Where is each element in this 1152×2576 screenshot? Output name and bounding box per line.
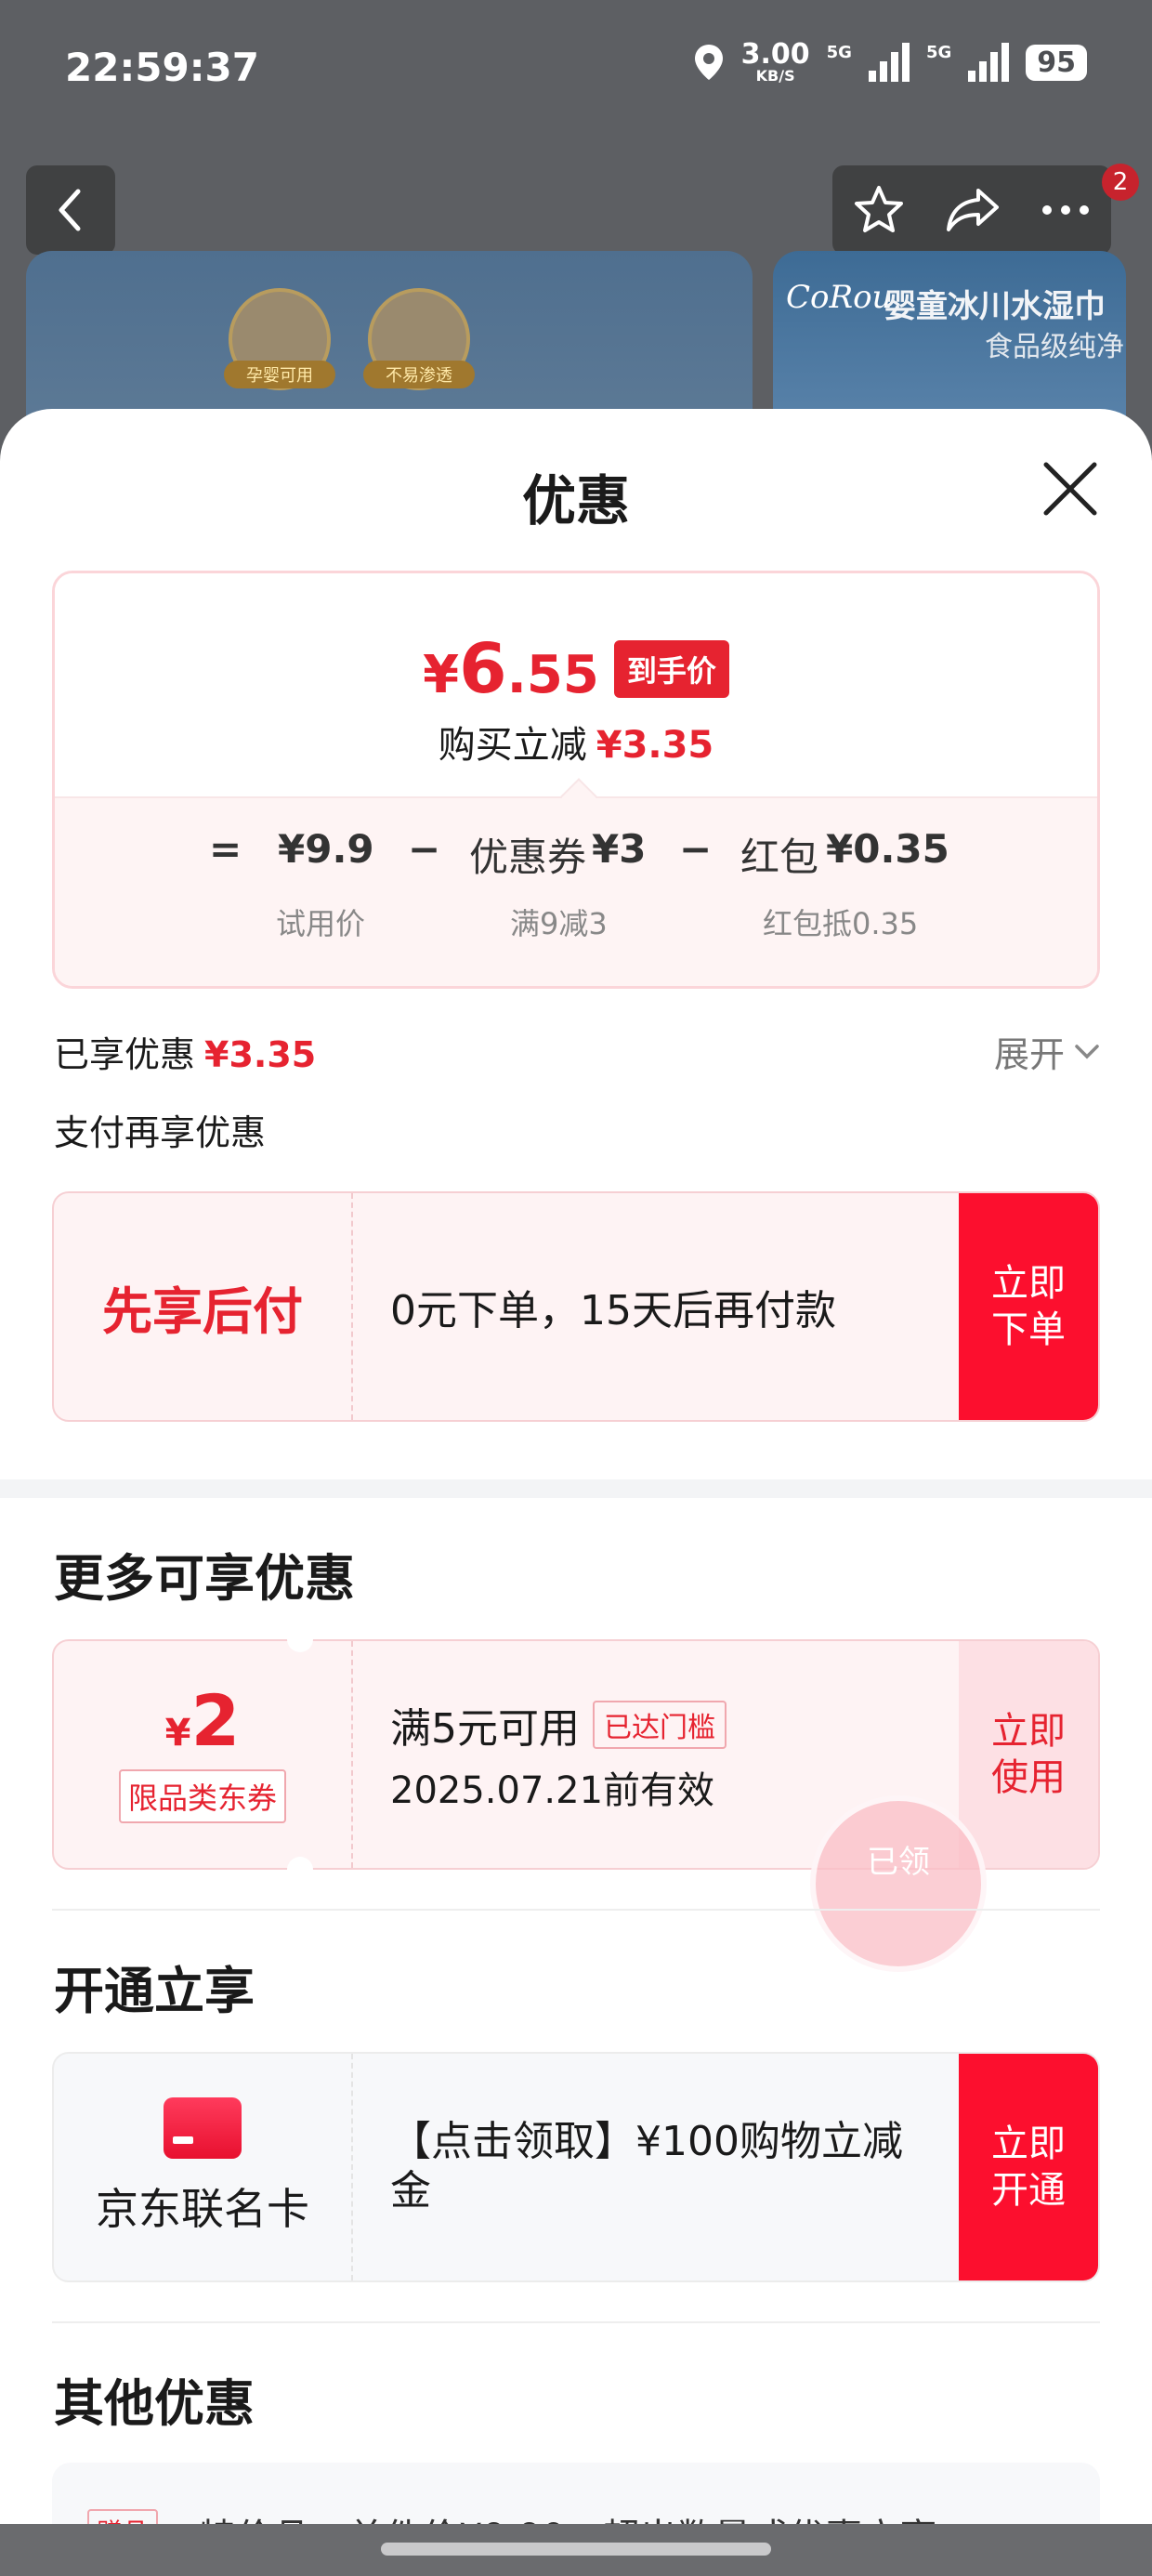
price-currency: ¥ [423, 645, 460, 705]
enjoyed-value: ¥3.35 [204, 1034, 317, 1075]
final-price-section: ¥6.55 到手价 购买立减 ¥3.35 [55, 573, 1097, 796]
coupon-left: ¥2 限品类东券 [54, 1641, 353, 1868]
formula-minus-2: − [679, 826, 713, 872]
expand-label: 展开 [993, 1034, 1065, 1075]
cobrand-card-name: 京东联名卡 [96, 2184, 309, 2234]
feature-chip-label-2: 不易渗透 [363, 361, 475, 388]
use-now-button[interactable]: 立即使用 [959, 1641, 1098, 1868]
pay-later-desc-area: 0元下单，15天后再付款 [353, 1193, 959, 1420]
price-decimal: .55 [506, 645, 599, 705]
reduce-label: 购买立减 [438, 724, 587, 767]
coupon-notch-bottom [287, 1857, 313, 1883]
divider-2 [52, 2321, 1100, 2323]
star-icon[interactable] [852, 183, 906, 237]
cobrand-card-offer[interactable]: 京东联名卡 【点击领取】¥100购物立减金 立即开通 [52, 2052, 1100, 2282]
price-integer: 6 [459, 629, 507, 709]
enjoyed-discount: 已享优惠 ¥3.35 [54, 1026, 316, 1077]
other-discounts-title: 其他优惠 [54, 2374, 255, 2433]
coupon-amount: ¥2 [165, 1686, 241, 1756]
claimed-stamp: 已领 [810, 1795, 987, 1972]
order-now-button[interactable]: 立即下单 [959, 1193, 1098, 1420]
order-now-label: 立即下单 [991, 1262, 1066, 1351]
cobrand-card-left: 京东联名卡 [54, 2054, 353, 2280]
speed-value: 3.00 [740, 38, 810, 71]
open-now-button[interactable]: 立即开通 [959, 2054, 1098, 2280]
cobrand-desc: 【点击领取】¥100购物立减金 [390, 2118, 903, 2215]
instant-reduction: 购买立减 ¥3.35 [55, 715, 1097, 769]
trial-price: ¥9.9 [278, 826, 374, 872]
enjoyed-label: 已享优惠 [54, 1034, 196, 1075]
speed-unit: KB/S [755, 67, 795, 85]
coupon-type-tag: 限品类东券 [118, 1769, 286, 1823]
pay-later-card[interactable]: 先享后付 0元下单，15天后再付款 立即下单 [52, 1191, 1100, 1422]
coupon-label: 优惠券 [469, 835, 587, 880]
coupon-condition: 满5元可用 [390, 1705, 580, 1753]
divider [52, 1909, 1100, 1911]
threshold-reached-tag: 已达门槛 [593, 1701, 727, 1749]
redpacket-label: 红包 [740, 835, 819, 880]
network-type-1: 5G [826, 43, 852, 62]
battery-icon: 95 [1026, 44, 1087, 81]
section-gap [0, 1479, 1152, 1498]
pay-more-title: 支付再享优惠 [54, 1112, 267, 1153]
open-benefits-title: 开通立享 [54, 1962, 255, 2020]
more-discounts-title: 更多可享优惠 [54, 1549, 355, 1608]
brand-logo: CoRou [786, 279, 893, 316]
coupon-value: ¥3 [592, 826, 647, 872]
coupon-caption: 满9减3 [510, 906, 608, 941]
redpacket-value: ¥0.35 [826, 826, 949, 872]
final-price-tag: 到手价 [613, 640, 729, 698]
price-formula-section: = ¥9.9 − 优惠券 ¥3 − 红包 ¥0.35 试用价 满9减3 红包抵0… [55, 796, 1097, 986]
network-speed: 3.00 KB/S [741, 41, 810, 84]
feature-chip-label: 孕婴可用 [224, 361, 335, 388]
chevron-left-icon [59, 189, 81, 231]
status-time: 22:59:37 [65, 45, 259, 90]
status-indicators: 3.00 KB/S 5G 5G 95 [693, 41, 1087, 84]
reduce-value: ¥3.35 [596, 724, 714, 767]
use-now-label: 立即使用 [991, 1710, 1066, 1799]
more-icon[interactable] [1040, 201, 1092, 219]
cobrand-desc-area: 【点击领取】¥100购物立减金 [353, 2054, 959, 2280]
back-button[interactable] [26, 165, 115, 255]
credit-card-icon [164, 2097, 242, 2159]
coupon-amount-value: 2 [190, 1679, 241, 1762]
chevron-down-icon [1075, 1044, 1099, 1058]
share-icon[interactable] [945, 183, 1001, 237]
expand-button[interactable]: 展开 [994, 1026, 1100, 1077]
pay-later-left: 先享后付 [54, 1193, 353, 1420]
home-indicator[interactable] [381, 2543, 771, 2556]
signal-icon-2 [968, 43, 1010, 82]
coupon-condition-line: 满5元可用 已达门槛 [390, 1695, 959, 1755]
product-subtitle-image-text: 食品级纯净 [985, 331, 1124, 363]
signal-icon [868, 43, 910, 82]
final-price: ¥6.55 [423, 629, 599, 709]
pay-later-desc: 0元下单，15天后再付款 [390, 1287, 836, 1334]
redpacket-caption: 红包抵0.35 [763, 906, 919, 941]
price-breakdown-card: ¥6.55 到手价 购买立减 ¥3.35 = ¥9.9 − 优惠券 ¥3 − 红包… [52, 571, 1100, 989]
formula-minus: − [408, 826, 441, 872]
sheet-title: 优惠 [521, 469, 630, 532]
location-icon [694, 45, 723, 80]
close-icon[interactable] [1039, 457, 1102, 520]
trial-caption: 试用价 [276, 906, 366, 941]
formula-equals: = [209, 826, 242, 872]
pay-later-title: 先享后付 [102, 1281, 303, 1341]
notification-badge: 2 [1102, 164, 1139, 201]
coupon-notch-top [287, 1626, 313, 1652]
product-title-image-text: 婴童冰川水湿巾 [884, 288, 1106, 325]
coupon-currency: ¥ [164, 1712, 191, 1755]
network-type-2: 5G [925, 43, 952, 62]
status-bar: 22:59:37 3.00 KB/S 5G 5G 95 [0, 0, 1152, 139]
discount-sheet: 优惠 ¥6.55 到手价 购买立减 ¥3.35 = ¥9.9 − 优惠券 ¥3 −… [0, 409, 1152, 2576]
nav-actions [832, 165, 1111, 255]
open-now-label: 立即开通 [991, 2123, 1066, 2212]
